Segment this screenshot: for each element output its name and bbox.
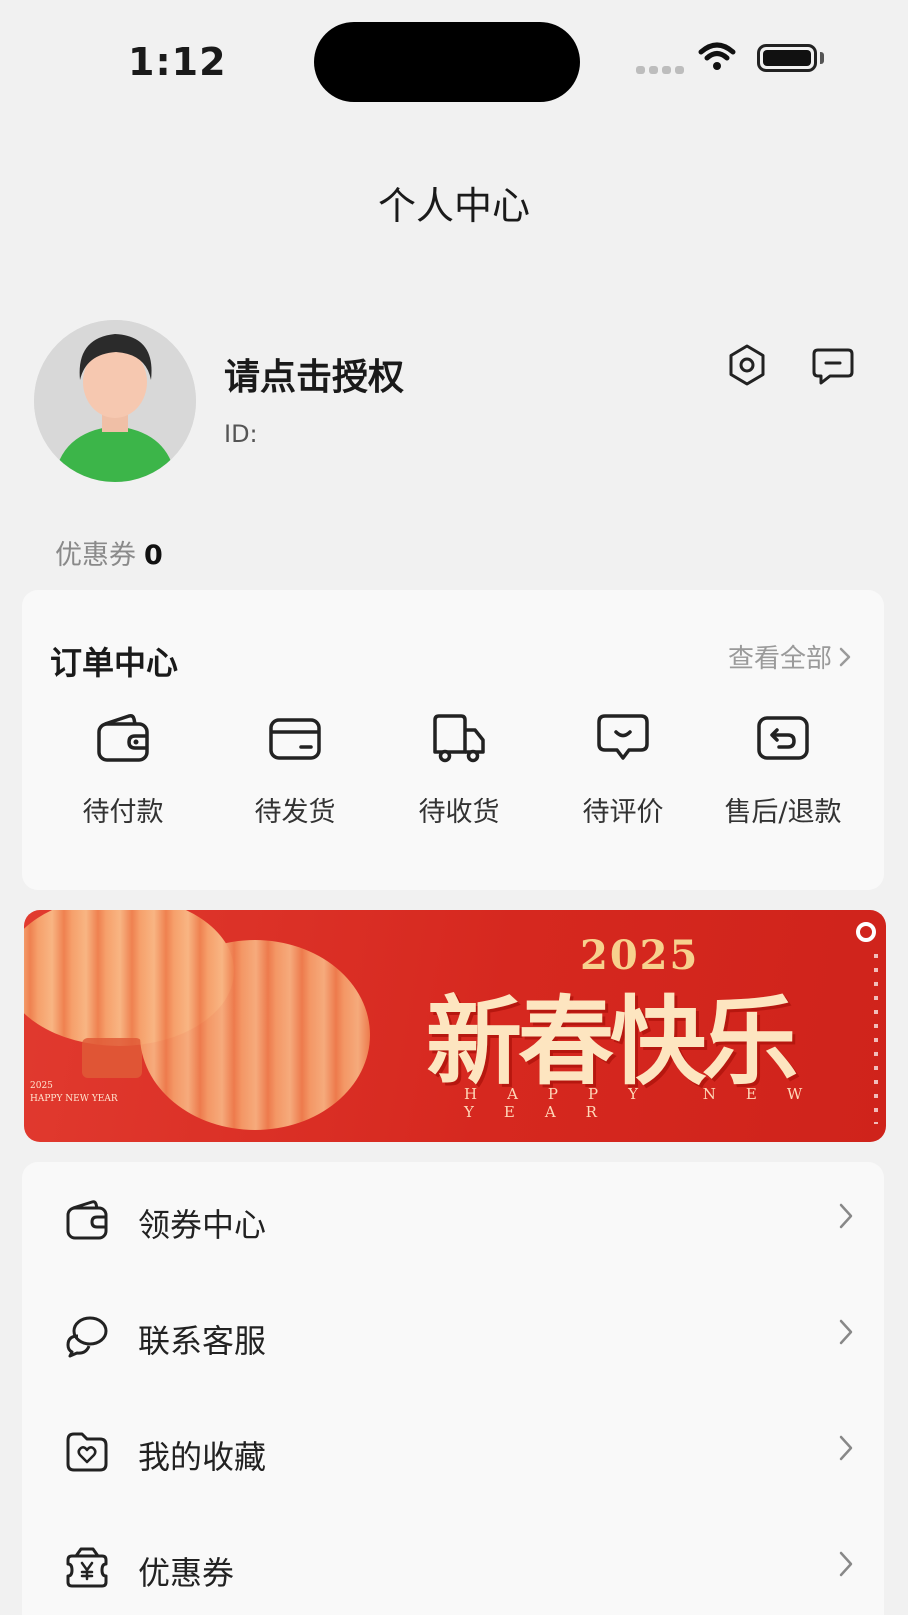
banner-small-subtitle: HAPPY NEW YEAR bbox=[30, 1094, 118, 1104]
coupon-summary-count: 0 bbox=[144, 540, 163, 571]
menu-item-label: 领券中心 bbox=[138, 1206, 267, 1244]
chevron-right-icon bbox=[839, 1203, 853, 1229]
coupon-yen-icon bbox=[66, 1547, 108, 1588]
banner-small-year: 2025 bbox=[30, 1081, 53, 1091]
profile-page: 1:12 个人中心 请点击授权 ID: 优惠券 0 订单中心 查看全部 待付款 … bbox=[0, 0, 908, 1615]
service-menu-card: 领券中心 联系客服 我的收藏 优惠券 bbox=[22, 1162, 884, 1615]
coupon-summary[interactable]: 优惠券 0 bbox=[55, 533, 163, 572]
wifi-icon bbox=[698, 42, 736, 70]
banner-small-caption: 2025 HAPPY NEW YEAR bbox=[30, 1080, 118, 1106]
chevron-right-icon bbox=[839, 1551, 853, 1577]
view-all-orders-link[interactable]: 查看全部 bbox=[728, 638, 852, 675]
coupon-wallet-icon bbox=[66, 1200, 108, 1240]
battery-cap bbox=[820, 52, 824, 64]
banner-subtitle: HAPPY NEW YEAR bbox=[464, 1085, 833, 1121]
menu-item-label: 优惠券 bbox=[138, 1554, 235, 1592]
menu-item-label: 我的收藏 bbox=[138, 1438, 267, 1476]
menu-item-favorites[interactable]: 我的收藏 bbox=[22, 1394, 884, 1510]
chevron-right-icon bbox=[839, 1435, 853, 1461]
message-icon[interactable] bbox=[810, 342, 856, 388]
settings-hexagon-icon[interactable] bbox=[724, 342, 770, 388]
cellular-signal-icon bbox=[636, 66, 684, 74]
menu-item-coupon-center[interactable]: 领券中心 bbox=[22, 1162, 884, 1278]
order-pending-shipment[interactable]: 待发货 bbox=[210, 712, 380, 829]
comment-icon bbox=[597, 714, 649, 760]
page-title: 个人中心 bbox=[377, 184, 530, 228]
avatar-person-icon bbox=[34, 320, 196, 482]
order-pending-payment[interactable]: 待付款 bbox=[38, 712, 208, 829]
battery-icon bbox=[757, 44, 817, 72]
banner-edge-decoration bbox=[874, 954, 878, 1124]
order-status-label: 待发货 bbox=[254, 797, 336, 828]
menu-item-customer-service[interactable]: 联系客服 bbox=[22, 1278, 884, 1394]
view-all-label: 查看全部 bbox=[727, 644, 832, 674]
truck-icon bbox=[433, 714, 485, 763]
chevron-right-icon bbox=[839, 647, 851, 666]
status-time: 1:12 bbox=[128, 40, 227, 84]
banner-greeting: 新春快乐 bbox=[426, 985, 798, 1098]
order-after-sales[interactable]: 售后/退款 bbox=[698, 712, 868, 829]
order-status-row: 待付款 待发货 待收货 待评价 售后/退款 bbox=[22, 712, 884, 862]
order-status-label: 待收货 bbox=[418, 797, 500, 828]
card-icon bbox=[269, 718, 321, 760]
coupon-summary-label: 优惠券 bbox=[55, 540, 136, 571]
user-id-label: ID: bbox=[224, 420, 258, 448]
login-prompt[interactable]: 请点击授权 bbox=[224, 348, 404, 400]
order-center-card: 订单中心 查看全部 待付款 待发货 待收货 待评价 售后/退款 bbox=[22, 590, 884, 890]
new-year-banner[interactable]: 2025 HAPPY NEW YEAR 2025 新春快乐 HAPPY NEW … bbox=[24, 910, 886, 1142]
avatar[interactable] bbox=[34, 320, 196, 482]
banner-ring-decoration bbox=[856, 922, 876, 942]
menu-item-label: 联系客服 bbox=[138, 1322, 267, 1360]
menu-item-coupons[interactable]: 优惠券 bbox=[22, 1510, 884, 1615]
lantern-decoration bbox=[140, 940, 370, 1130]
chevron-right-icon bbox=[839, 1319, 853, 1345]
lantern-cap bbox=[82, 1038, 142, 1078]
return-icon bbox=[757, 716, 809, 760]
order-center-title: 订单中心 bbox=[50, 644, 179, 682]
user-id: ID: bbox=[224, 420, 258, 448]
wallet-icon bbox=[97, 714, 149, 762]
order-status-label: 售后/退款 bbox=[724, 797, 842, 828]
chat-bubbles-icon bbox=[66, 1316, 108, 1358]
order-status-label: 待评价 bbox=[582, 797, 664, 828]
order-pending-receipt[interactable]: 待收货 bbox=[374, 712, 544, 829]
dynamic-island bbox=[314, 22, 580, 102]
favorite-folder-icon bbox=[66, 1432, 108, 1472]
order-status-label: 待付款 bbox=[82, 797, 164, 828]
order-pending-review[interactable]: 待评价 bbox=[538, 712, 708, 829]
